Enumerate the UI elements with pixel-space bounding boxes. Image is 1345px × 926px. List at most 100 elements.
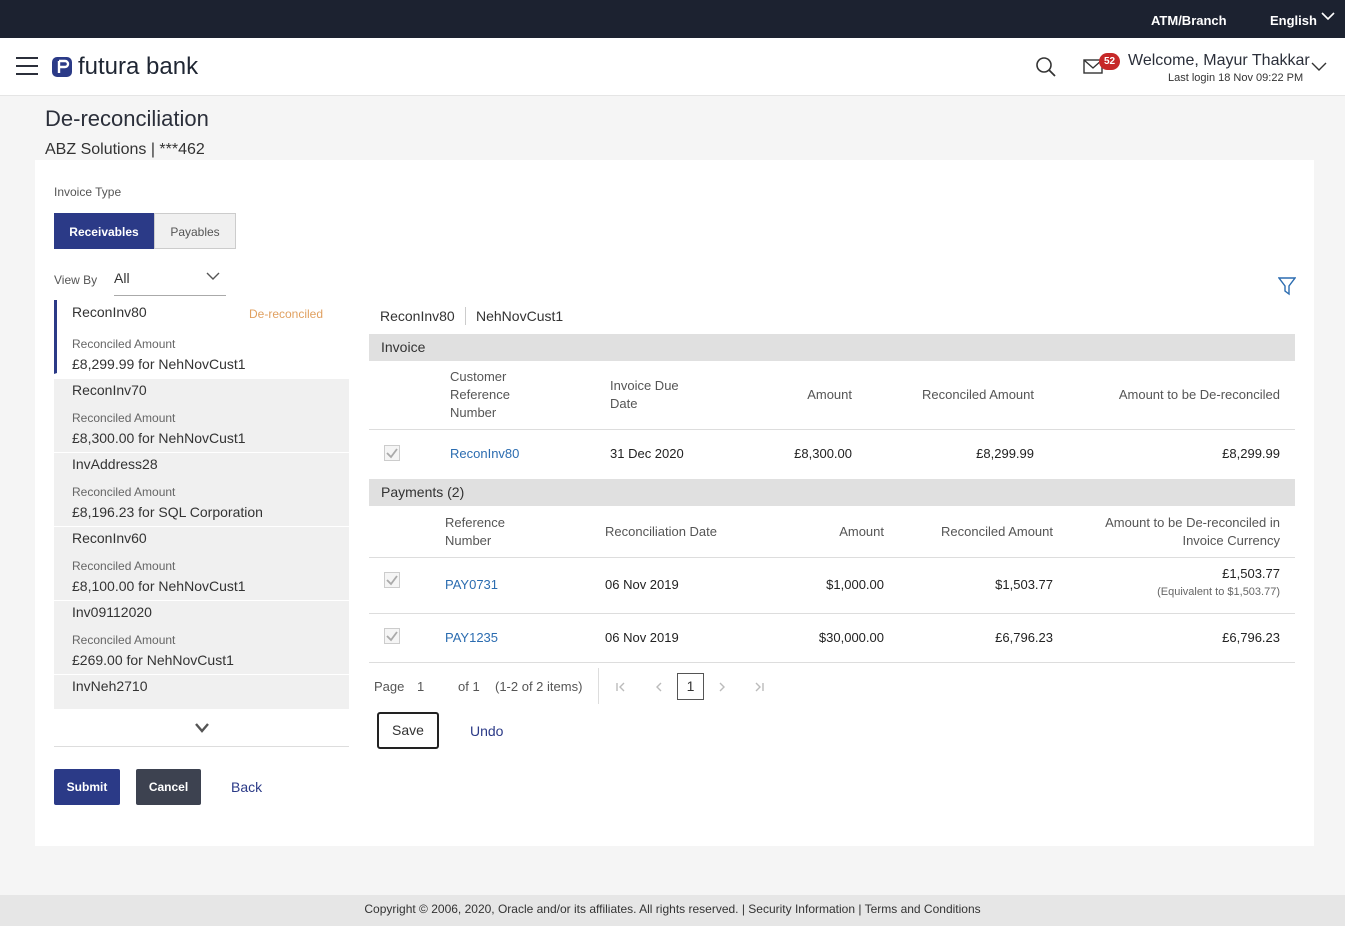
invoice-type-label: Invoice Type	[54, 185, 122, 199]
last-login: Last login 18 Nov 09:22 PM	[1168, 72, 1304, 84]
save-button[interactable]: Save	[377, 712, 439, 749]
check-icon	[386, 575, 398, 586]
invoice-reconciled: £8,299.99	[976, 446, 1034, 461]
invoice-due-date: 31 Dec 2020	[610, 446, 684, 461]
col-due-date: Invoice Due Date	[610, 378, 679, 411]
check-icon	[386, 631, 398, 642]
hamburger-menu-icon[interactable]	[16, 57, 38, 75]
notification-badge[interactable]: 52	[1099, 53, 1120, 70]
next-page-icon[interactable]	[716, 681, 728, 693]
payment-date: 06 Nov 2019	[605, 577, 679, 592]
payment-reconciled: £6,796.23	[995, 630, 1053, 645]
welcome-user[interactable]: Welcome, Mayur Thakkar	[1128, 52, 1310, 70]
view-by-label: View By	[54, 273, 98, 287]
invoice-ref: Inv09112020	[72, 604, 152, 620]
receivables-toggle[interactable]: Receivables	[54, 213, 154, 249]
invoice-ref: ReconInv80	[72, 304, 147, 320]
pagination-items: (1-2 of 2 items)	[495, 679, 583, 694]
reconciled-amount-label: Reconciled Amount	[72, 411, 176, 425]
page-subtitle: ABZ Solutions | ***462	[45, 141, 205, 158]
reconciled-amount-value: £8,299.99 for NehNovCust1	[72, 356, 246, 372]
invoice-ref: ReconInv60	[72, 530, 147, 546]
reconciled-amount-value: £8,196.23 for SQL Corporation	[72, 504, 263, 520]
list-item[interactable]: ReconInv80 De-reconciled Reconciled Amou…	[54, 300, 349, 374]
reconciled-amount-label: Reconciled Amount	[72, 337, 176, 351]
col-amount: Amount	[807, 387, 852, 402]
payment-amount: $1,000.00	[826, 577, 884, 592]
last-page-icon[interactable]	[753, 681, 765, 693]
invoice-ref: InvAddress28	[72, 456, 158, 472]
breadcrumb-invoice: ReconInv80	[380, 308, 455, 324]
payment-to-dereconcile: £1,503.77	[1222, 566, 1280, 581]
pagination-page-label: Page	[374, 679, 405, 694]
chevron-down-icon[interactable]	[194, 722, 210, 734]
reconciled-amount-value: £269.00 for NehNovCust1	[72, 652, 234, 668]
col-to-dereconcile: Amount to be De-reconciled	[1118, 387, 1280, 402]
col-customer-ref: Customer Reference Number	[450, 369, 510, 420]
reconciled-amount-label: Reconciled Amount	[72, 485, 176, 499]
back-link[interactable]: Back	[231, 779, 262, 795]
prev-page-icon[interactable]	[653, 681, 665, 693]
invoice-amount: £8,300.00	[794, 446, 852, 461]
reconciled-amount-label: Reconciled Amount	[72, 559, 176, 573]
futura-bank-logo-icon	[52, 57, 72, 77]
list-item[interactable]: InvAddress28 Reconciled Amount £8,196.23…	[54, 453, 349, 527]
invoice-ref: ReconInv70	[72, 382, 147, 398]
col-payment-reconciled: Reconciled Amount	[940, 524, 1053, 539]
check-icon	[386, 448, 398, 459]
divider	[369, 429, 1295, 430]
list-item[interactable]: ReconInv60 Reconciled Amount £8,100.00 f…	[54, 527, 349, 601]
divider	[369, 662, 1295, 663]
col-payment-amount: Amount	[839, 524, 884, 539]
payment-ref-link[interactable]: PAY0731	[445, 577, 498, 592]
payments-section-header: Payments (2)	[369, 479, 1295, 506]
top-bar: ATM/Branch English	[0, 0, 1345, 38]
payment-checkbox[interactable]	[384, 572, 400, 588]
atm-branch-link[interactable]: ATM/Branch	[1151, 13, 1227, 28]
undo-link[interactable]: Undo	[470, 723, 503, 739]
invoice-checkbox[interactable]	[384, 445, 400, 461]
invoice-ref-link[interactable]: ReconInv80	[450, 446, 519, 461]
brand-name[interactable]: futura bank	[78, 53, 198, 81]
cancel-button[interactable]: Cancel	[136, 769, 201, 805]
submit-button[interactable]: Submit	[54, 769, 120, 805]
col-payment-ref: Reference Number	[445, 515, 505, 548]
payment-equivalent: (Equivalent to $1,503.77)	[1157, 586, 1280, 598]
invoice-section-header: Invoice	[369, 334, 1295, 361]
app-header: futura bank 52 Welcome, Mayur Thakkar La…	[0, 38, 1345, 96]
list-item[interactable]: Inv09112020 Reconciled Amount £269.00 fo…	[54, 601, 349, 675]
payment-to-dereconcile: £6,796.23	[1222, 630, 1280, 645]
invoice-list: ReconInv80 De-reconciled Reconciled Amou…	[54, 300, 349, 709]
chevron-down-icon[interactable]	[1321, 11, 1335, 21]
breadcrumb-customer: NehNovCust1	[476, 308, 564, 324]
payment-reconciled: $1,503.77	[995, 577, 1053, 592]
search-icon[interactable]	[1035, 56, 1057, 78]
divider	[369, 613, 1295, 614]
status-badge: De-reconciled	[249, 307, 324, 321]
payment-ref-link[interactable]: PAY1235	[445, 630, 498, 645]
divider	[369, 557, 1295, 558]
list-item[interactable]: InvNeh2710	[54, 675, 349, 709]
chevron-down-icon[interactable]	[1311, 62, 1327, 72]
invoice-to-dereconcile: £8,299.99	[1222, 446, 1280, 461]
col-reconciled: Reconciled Amount	[921, 387, 1034, 402]
filter-icon[interactable]	[1278, 276, 1296, 296]
col-payment-to-dereconcile: Amount to be De-reconciled in Invoice Cu…	[1105, 515, 1280, 548]
reconciled-amount-value: £8,100.00 for NehNovCust1	[72, 578, 246, 594]
payables-toggle[interactable]: Payables	[154, 213, 236, 249]
page-title: De-reconciliation	[45, 106, 209, 131]
chevron-down-icon[interactable]	[206, 272, 220, 281]
first-page-icon[interactable]	[615, 681, 627, 693]
language-selector[interactable]: English	[1270, 13, 1317, 28]
pagination-page-input[interactable]: 1	[417, 679, 424, 694]
list-item[interactable]: ReconInv70 Reconciled Amount £8,300.00 f…	[54, 379, 349, 453]
divider	[54, 746, 349, 747]
payment-amount: $30,000.00	[818, 630, 884, 645]
footer: Copyright © 2006, 2020, Oracle and/or it…	[0, 895, 1345, 926]
payment-checkbox[interactable]	[384, 628, 400, 644]
col-reconciliation-date: Reconciliation Date	[605, 524, 718, 539]
divider	[598, 668, 599, 704]
divider	[465, 307, 466, 325]
invoice-ref: InvNeh2710	[72, 678, 148, 694]
current-page[interactable]: 1	[677, 673, 704, 700]
